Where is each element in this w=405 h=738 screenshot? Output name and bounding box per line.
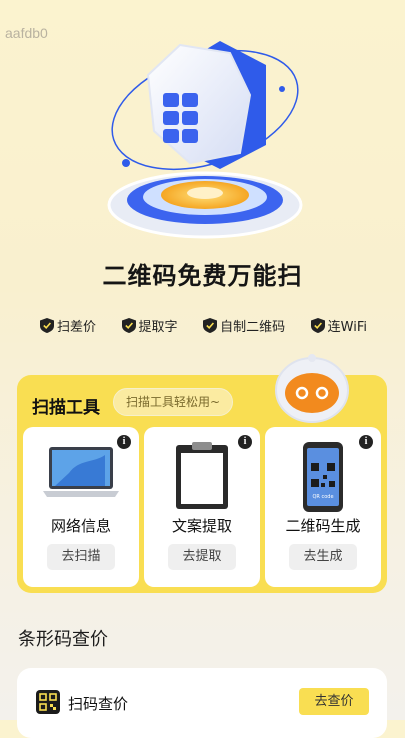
barcode-item-label: 扫码查价 bbox=[68, 695, 129, 713]
tool-network-info[interactable]: i 网络信息 去扫描 bbox=[23, 427, 139, 587]
feature-label: 自制二维码 bbox=[220, 320, 286, 335]
laptop-icon bbox=[43, 447, 119, 497]
clipboard-icon bbox=[176, 442, 228, 509]
check-shield-icon bbox=[310, 318, 325, 333]
check-shield-icon bbox=[121, 318, 136, 333]
feature-item: 扫差价 bbox=[40, 316, 96, 335]
tool-qr-generate[interactable]: i QR code 二维码生成 去生成 bbox=[265, 427, 381, 587]
feature-label: 提取字 bbox=[138, 320, 178, 335]
check-shield-icon bbox=[40, 318, 54, 333]
scan-button[interactable]: 去扫描 bbox=[47, 544, 115, 570]
page-title: 二维码免费万能扫 bbox=[102, 262, 303, 290]
feature-item: 提取字 bbox=[121, 316, 178, 335]
tool-text-extract[interactable]: i 文案提取 去提取 bbox=[144, 427, 260, 587]
scan-tools-title: 扫描工具 bbox=[32, 398, 100, 418]
barcode-section-title: 条形码查价 bbox=[18, 629, 108, 650]
barcode-price-card[interactable]: 扫码查价 去查价 bbox=[17, 668, 387, 738]
tool-name: 二维码生成 bbox=[285, 517, 361, 535]
feature-list: 扫差价 提取字 自制二维码 连WiFi bbox=[40, 316, 367, 335]
watermark-text: aafdb0 bbox=[5, 25, 48, 41]
generate-button[interactable]: 去生成 bbox=[289, 544, 357, 570]
check-shield-icon bbox=[203, 318, 218, 333]
tool-name: 文案提取 bbox=[171, 517, 232, 535]
feature-item: 自制二维码 bbox=[203, 316, 285, 335]
phone-qr-icon: QR code bbox=[303, 442, 343, 512]
feature-label: 连WiFi bbox=[327, 320, 367, 335]
qr-caption: QR code bbox=[312, 494, 333, 500]
hero-scanner-illustration bbox=[107, 41, 303, 239]
extract-button[interactable]: 去提取 bbox=[168, 544, 236, 570]
check-price-button[interactable]: 去查价 bbox=[299, 688, 369, 715]
qr-code-icon bbox=[36, 690, 60, 714]
scan-tools-subtitle: 扫描工具轻松用~ bbox=[113, 388, 234, 416]
feature-item: 连WiFi bbox=[310, 316, 367, 335]
feature-label: 扫差价 bbox=[57, 320, 97, 335]
tool-name: 网络信息 bbox=[50, 517, 111, 535]
tool-list: i 网络信息 去扫描 i 文案提取 去提取 i QR code 二维码生成 去生… bbox=[23, 427, 381, 587]
robot-mascot-icon bbox=[275, 354, 349, 423]
